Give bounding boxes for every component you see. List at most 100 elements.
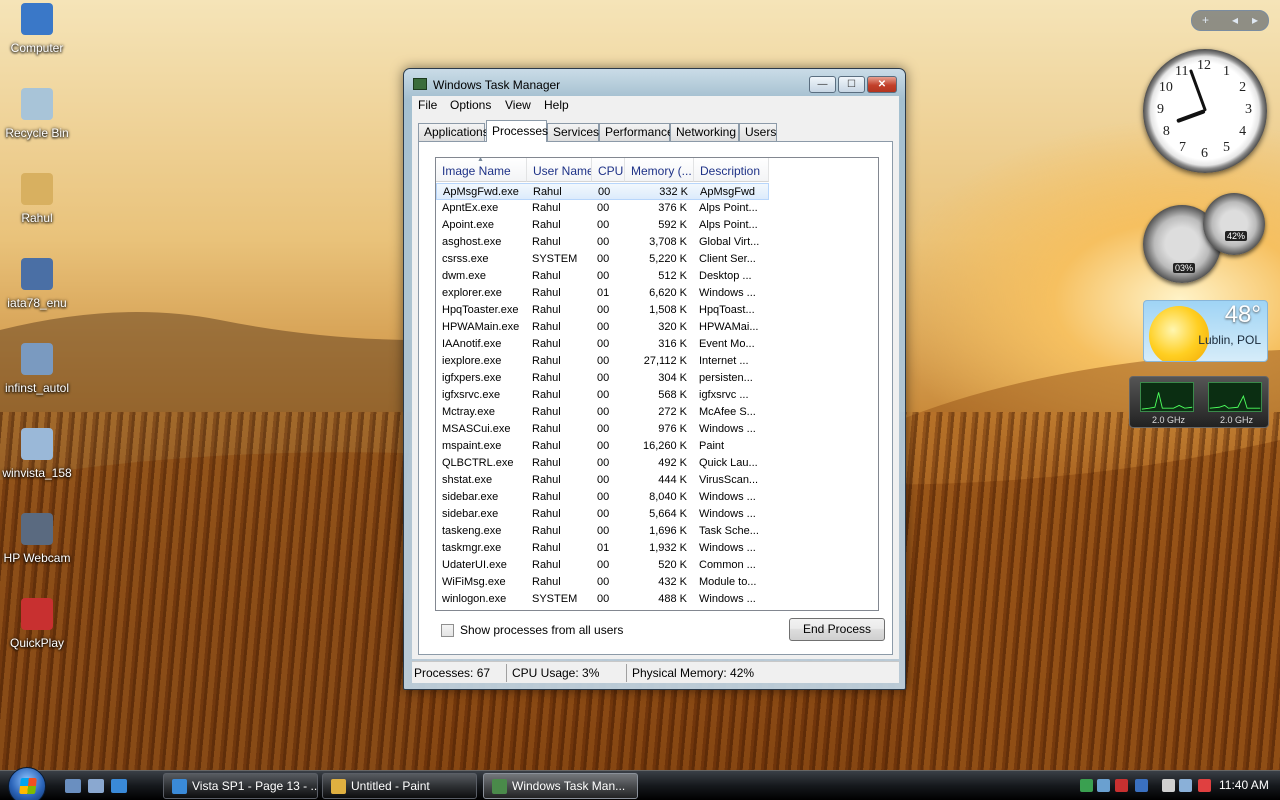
- table-row[interactable]: sidebar.exe Rahul 00 8,040 K Windows ...: [436, 489, 769, 506]
- show-all-users-checkbox[interactable]: [441, 624, 454, 637]
- cpu-monitor-gadget[interactable]: 2.0 GHz 2.0 GHz: [1129, 376, 1269, 428]
- tray-green-icon[interactable]: [1080, 779, 1093, 792]
- show-all-users-label[interactable]: Show processes from all users: [460, 623, 623, 637]
- tray-device-icon[interactable]: [1162, 779, 1175, 792]
- switch-windows-icon[interactable]: [88, 779, 104, 793]
- table-row[interactable]: QLBCTRL.exe Rahul 00 492 K Quick Lau...: [436, 455, 769, 472]
- previous-page-icon[interactable]: ◂: [1232, 13, 1238, 27]
- table-row[interactable]: IAAnotif.exe Rahul 00 316 K Event Mo...: [436, 336, 769, 353]
- tray-network-icon[interactable]: [1097, 779, 1110, 792]
- close-button[interactable]: ✕: [867, 76, 897, 93]
- tray-blue-icon[interactable]: [1135, 779, 1148, 792]
- table-row[interactable]: igfxpers.exe Rahul 00 304 K persisten...: [436, 370, 769, 387]
- tray-volume-muted-icon[interactable]: [1198, 779, 1211, 792]
- clock-numeral: 2: [1239, 80, 1247, 95]
- table-row[interactable]: taskmgr.exe Rahul 01 1,932 K Windows ...: [436, 540, 769, 557]
- tray-shield-icon[interactable]: [1115, 779, 1128, 792]
- table-row[interactable]: iexplore.exe Rahul 00 27,112 K Internet ...: [436, 353, 769, 370]
- menu-view[interactable]: View: [505, 98, 531, 112]
- cell-user: Rahul: [532, 372, 561, 384]
- cell-cpu: 00: [597, 202, 610, 214]
- taskbar-button-ie[interactable]: Vista SP1 - Page 13 - ...: [163, 773, 318, 799]
- table-row[interactable]: dwm.exe Rahul 00 512 K Desktop ...: [436, 268, 769, 285]
- clock-gadget[interactable]: 12 1 2 3 4 5 6 7 8 9 10 11: [1143, 49, 1267, 173]
- recycle-bin-icon: [21, 88, 53, 120]
- desktop-icon[interactable]: iata78_enu: [0, 258, 74, 310]
- next-page-icon[interactable]: ▸: [1252, 13, 1258, 27]
- table-row[interactable]: explorer.exe Rahul 01 6,620 K Windows ...: [436, 285, 769, 302]
- end-process-button[interactable]: End Process: [789, 618, 885, 641]
- table-row[interactable]: WiFiMsg.exe Rahul 00 432 K Module to...: [436, 574, 769, 591]
- add-gadget-icon[interactable]: +: [1202, 13, 1209, 27]
- cell-desc: Event Mo...: [699, 338, 755, 350]
- cell-cpu: 00: [598, 186, 611, 198]
- table-row[interactable]: sidebar.exe Rahul 00 5,664 K Windows ...: [436, 506, 769, 523]
- window-title: Windows Task Manager: [433, 78, 561, 92]
- table-row[interactable]: Mctray.exe Rahul 00 272 K McAfee S...: [436, 404, 769, 421]
- internet-explorer-icon[interactable]: [111, 779, 127, 793]
- menu-help[interactable]: Help: [544, 98, 569, 112]
- memory-meter-gadget[interactable]: 42%: [1203, 193, 1265, 255]
- maximize-button[interactable]: ☐: [838, 76, 865, 93]
- weather-gadget[interactable]: 48° Lublin, POL: [1143, 300, 1268, 362]
- table-row[interactable]: HpqToaster.exe Rahul 00 1,508 K HpqToast...: [436, 302, 769, 319]
- cell-cpu: 00: [597, 389, 610, 401]
- minimize-button[interactable]: —: [809, 76, 836, 93]
- desktop-icon[interactable]: winvista_158: [0, 428, 74, 480]
- tray-network2-icon[interactable]: [1179, 779, 1192, 792]
- cell-cpu: 00: [597, 525, 610, 537]
- sidebar-controls[interactable]: + ◂ ▸: [1191, 10, 1269, 31]
- clock-numeral: 11: [1175, 63, 1189, 79]
- menu-file[interactable]: File: [418, 98, 437, 112]
- cell-name: asghost.exe: [442, 236, 502, 248]
- tab-applications[interactable]: Applications: [418, 123, 489, 141]
- table-row[interactable]: csrss.exe SYSTEM 00 5,220 K Client Ser...: [436, 251, 769, 268]
- tab-users[interactable]: Users: [739, 123, 777, 141]
- tab-services[interactable]: Services: [547, 123, 599, 141]
- show-desktop-icon[interactable]: [65, 779, 81, 793]
- taskbar-button-task-manager[interactable]: Windows Task Man...: [483, 773, 638, 799]
- menu-options[interactable]: Options: [450, 98, 491, 112]
- desktop-icon[interactable]: infinst_autol: [0, 343, 74, 395]
- column-description[interactable]: Description: [694, 158, 769, 182]
- tab-processes[interactable]: Processes: [486, 120, 548, 142]
- cell-cpu: 00: [597, 236, 610, 248]
- taskbar-clock[interactable]: 11:40 AM: [1219, 778, 1269, 792]
- table-row[interactable]: shstat.exe Rahul 00 444 K VirusScan...: [436, 472, 769, 489]
- table-row[interactable]: asghost.exe Rahul 00 3,708 K Global Virt...: [436, 234, 769, 251]
- computer-icon: [21, 3, 53, 35]
- table-row[interactable]: UdaterUI.exe Rahul 00 520 K Common ...: [436, 557, 769, 574]
- desktop-icon[interactable]: QuickPlay: [0, 598, 74, 650]
- cell-mem: 6,620 K: [649, 287, 687, 299]
- column-memory[interactable]: Memory (...: [625, 158, 694, 182]
- tab-performance[interactable]: Performance: [599, 123, 674, 141]
- cell-desc: Alps Point...: [699, 219, 758, 231]
- cell-desc: Quick Lau...: [699, 457, 758, 469]
- cell-mem: 488 K: [658, 593, 687, 605]
- table-row[interactable]: MSASCui.exe Rahul 00 976 K Windows ...: [436, 421, 769, 438]
- desktop-icon[interactable]: Rahul: [0, 173, 74, 225]
- desktop-icon[interactable]: Computer: [0, 3, 74, 55]
- clock-numeral: 3: [1245, 102, 1252, 117]
- table-row[interactable]: mspaint.exe Rahul 00 16,260 K Paint: [436, 438, 769, 455]
- process-list[interactable]: Image Name User Name CPU Memory (... Des…: [435, 157, 879, 611]
- column-user-name[interactable]: User Name: [527, 158, 592, 182]
- column-cpu[interactable]: CPU: [592, 158, 625, 182]
- task-manager-window[interactable]: Windows Task Manager — ☐ ✕ File Options …: [403, 68, 906, 690]
- cell-desc: Windows ...: [699, 508, 756, 520]
- cell-name: HpqToaster.exe: [442, 304, 519, 316]
- desktop-icon[interactable]: HP Webcam: [0, 513, 74, 565]
- title-bar[interactable]: Windows Task Manager — ☐ ✕: [404, 69, 905, 97]
- table-row[interactable]: Apoint.exe Rahul 00 592 K Alps Point...: [436, 217, 769, 234]
- tab-networking[interactable]: Networking: [670, 123, 739, 141]
- taskbar-button-paint[interactable]: Untitled - Paint: [322, 773, 477, 799]
- start-button[interactable]: [8, 767, 46, 800]
- table-row[interactable]: HPWAMain.exe Rahul 00 320 K HPWAMai...: [436, 319, 769, 336]
- desktop-icon[interactable]: Recycle Bin: [0, 88, 74, 140]
- table-row[interactable]: igfxsrvc.exe Rahul 00 568 K igfxsrvc ...: [436, 387, 769, 404]
- table-row[interactable]: taskeng.exe Rahul 00 1,696 K Task Sche...: [436, 523, 769, 540]
- table-row[interactable]: winlogon.exe SYSTEM 00 488 K Windows ...: [436, 591, 769, 608]
- table-row[interactable]: ApntEx.exe Rahul 00 376 K Alps Point...: [436, 200, 769, 217]
- cell-cpu: 00: [597, 593, 610, 605]
- table-row[interactable]: ApMsgFwd.exe Rahul 00 332 K ApMsgFwd: [436, 183, 769, 200]
